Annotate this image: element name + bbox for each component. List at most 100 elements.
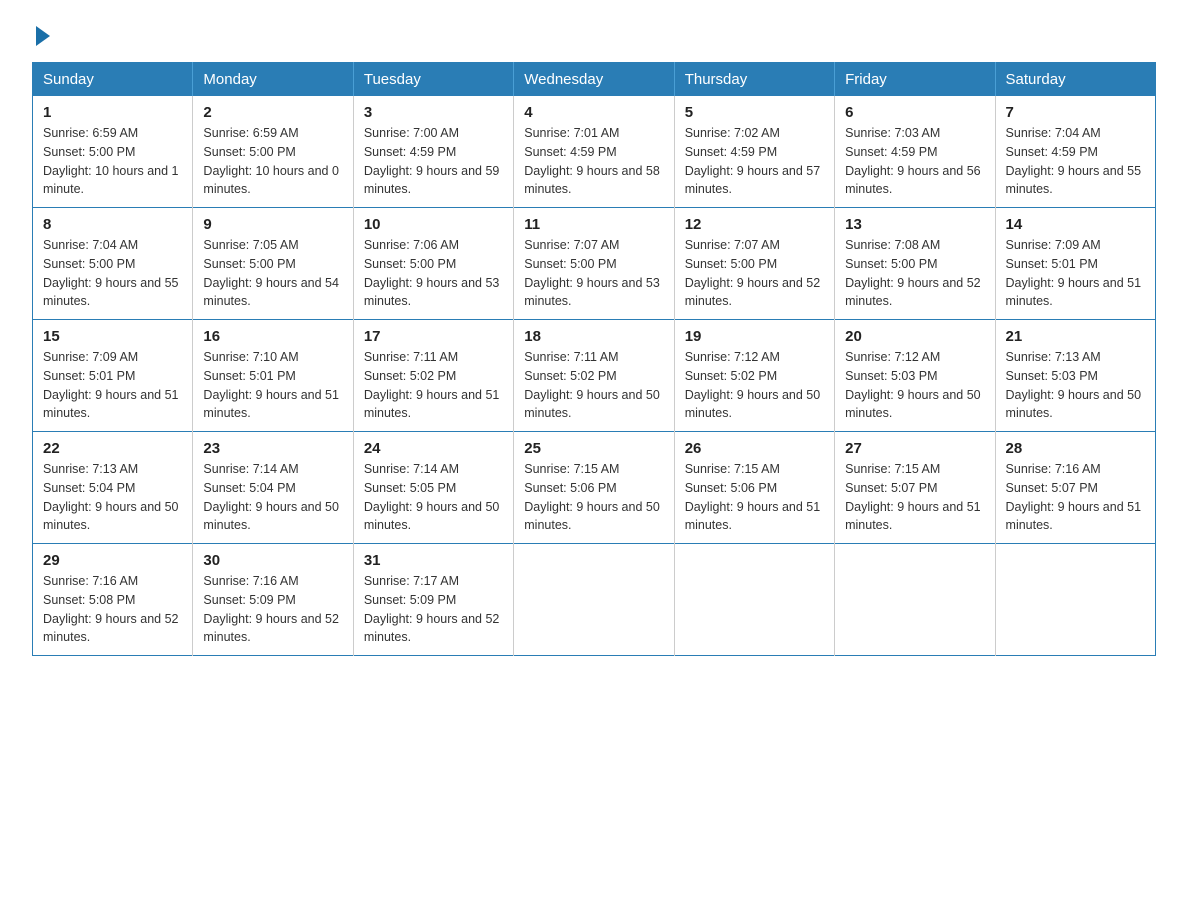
day-info: Sunrise: 7:12 AMSunset: 5:02 PMDaylight:…	[685, 350, 821, 420]
day-number: 1	[43, 104, 182, 121]
day-info: Sunrise: 7:07 AMSunset: 5:00 PMDaylight:…	[524, 238, 660, 308]
calendar-cell: 23 Sunrise: 7:14 AMSunset: 5:04 PMDaylig…	[193, 432, 353, 544]
weekday-header-wednesday: Wednesday	[514, 63, 674, 97]
calendar-cell: 27 Sunrise: 7:15 AMSunset: 5:07 PMDaylig…	[835, 432, 995, 544]
calendar-cell: 14 Sunrise: 7:09 AMSunset: 5:01 PMDaylig…	[995, 208, 1155, 320]
calendar-cell: 28 Sunrise: 7:16 AMSunset: 5:07 PMDaylig…	[995, 432, 1155, 544]
day-info: Sunrise: 7:12 AMSunset: 5:03 PMDaylight:…	[845, 350, 981, 420]
day-number: 7	[1006, 104, 1145, 121]
calendar-cell: 10 Sunrise: 7:06 AMSunset: 5:00 PMDaylig…	[353, 208, 513, 320]
day-number: 31	[364, 552, 503, 569]
calendar-week-4: 22 Sunrise: 7:13 AMSunset: 5:04 PMDaylig…	[33, 432, 1156, 544]
day-info: Sunrise: 7:03 AMSunset: 4:59 PMDaylight:…	[845, 126, 981, 196]
day-number: 24	[364, 440, 503, 457]
day-number: 25	[524, 440, 663, 457]
calendar-cell: 20 Sunrise: 7:12 AMSunset: 5:03 PMDaylig…	[835, 320, 995, 432]
day-info: Sunrise: 7:16 AMSunset: 5:08 PMDaylight:…	[43, 574, 179, 644]
day-number: 16	[203, 328, 342, 345]
day-number: 11	[524, 216, 663, 233]
day-number: 22	[43, 440, 182, 457]
calendar-table: SundayMondayTuesdayWednesdayThursdayFrid…	[32, 62, 1156, 656]
calendar-cell: 21 Sunrise: 7:13 AMSunset: 5:03 PMDaylig…	[995, 320, 1155, 432]
day-number: 28	[1006, 440, 1145, 457]
day-info: Sunrise: 7:04 AMSunset: 5:00 PMDaylight:…	[43, 238, 179, 308]
day-number: 14	[1006, 216, 1145, 233]
calendar-body: 1 Sunrise: 6:59 AMSunset: 5:00 PMDayligh…	[33, 96, 1156, 656]
day-info: Sunrise: 6:59 AMSunset: 5:00 PMDaylight:…	[43, 126, 179, 196]
day-number: 2	[203, 104, 342, 121]
calendar-week-3: 15 Sunrise: 7:09 AMSunset: 5:01 PMDaylig…	[33, 320, 1156, 432]
calendar-cell: 12 Sunrise: 7:07 AMSunset: 5:00 PMDaylig…	[674, 208, 834, 320]
calendar-cell: 3 Sunrise: 7:00 AMSunset: 4:59 PMDayligh…	[353, 96, 513, 208]
day-info: Sunrise: 7:16 AMSunset: 5:09 PMDaylight:…	[203, 574, 339, 644]
calendar-cell: 11 Sunrise: 7:07 AMSunset: 5:00 PMDaylig…	[514, 208, 674, 320]
day-info: Sunrise: 7:10 AMSunset: 5:01 PMDaylight:…	[203, 350, 339, 420]
weekday-header-sunday: Sunday	[33, 63, 193, 97]
calendar-cell: 24 Sunrise: 7:14 AMSunset: 5:05 PMDaylig…	[353, 432, 513, 544]
day-number: 15	[43, 328, 182, 345]
day-info: Sunrise: 7:00 AMSunset: 4:59 PMDaylight:…	[364, 126, 500, 196]
day-info: Sunrise: 7:15 AMSunset: 5:06 PMDaylight:…	[524, 462, 660, 532]
calendar-cell	[674, 544, 834, 656]
day-number: 12	[685, 216, 824, 233]
day-number: 13	[845, 216, 984, 233]
day-number: 23	[203, 440, 342, 457]
calendar-cell: 25 Sunrise: 7:15 AMSunset: 5:06 PMDaylig…	[514, 432, 674, 544]
calendar-cell: 5 Sunrise: 7:02 AMSunset: 4:59 PMDayligh…	[674, 96, 834, 208]
day-number: 18	[524, 328, 663, 345]
weekday-header-tuesday: Tuesday	[353, 63, 513, 97]
day-info: Sunrise: 7:08 AMSunset: 5:00 PMDaylight:…	[845, 238, 981, 308]
calendar-cell: 29 Sunrise: 7:16 AMSunset: 5:08 PMDaylig…	[33, 544, 193, 656]
day-number: 30	[203, 552, 342, 569]
day-info: Sunrise: 7:11 AMSunset: 5:02 PMDaylight:…	[524, 350, 660, 420]
calendar-cell: 9 Sunrise: 7:05 AMSunset: 5:00 PMDayligh…	[193, 208, 353, 320]
day-info: Sunrise: 7:14 AMSunset: 5:04 PMDaylight:…	[203, 462, 339, 532]
day-info: Sunrise: 6:59 AMSunset: 5:00 PMDaylight:…	[203, 126, 339, 196]
day-number: 20	[845, 328, 984, 345]
calendar-cell: 22 Sunrise: 7:13 AMSunset: 5:04 PMDaylig…	[33, 432, 193, 544]
day-info: Sunrise: 7:14 AMSunset: 5:05 PMDaylight:…	[364, 462, 500, 532]
calendar-cell	[835, 544, 995, 656]
day-number: 4	[524, 104, 663, 121]
calendar-cell: 30 Sunrise: 7:16 AMSunset: 5:09 PMDaylig…	[193, 544, 353, 656]
day-info: Sunrise: 7:09 AMSunset: 5:01 PMDaylight:…	[1006, 238, 1142, 308]
day-info: Sunrise: 7:05 AMSunset: 5:00 PMDaylight:…	[203, 238, 339, 308]
day-info: Sunrise: 7:07 AMSunset: 5:00 PMDaylight:…	[685, 238, 821, 308]
calendar-week-2: 8 Sunrise: 7:04 AMSunset: 5:00 PMDayligh…	[33, 208, 1156, 320]
calendar-cell: 31 Sunrise: 7:17 AMSunset: 5:09 PMDaylig…	[353, 544, 513, 656]
day-number: 8	[43, 216, 182, 233]
day-info: Sunrise: 7:15 AMSunset: 5:07 PMDaylight:…	[845, 462, 981, 532]
day-number: 27	[845, 440, 984, 457]
day-number: 9	[203, 216, 342, 233]
day-number: 26	[685, 440, 824, 457]
calendar-cell: 18 Sunrise: 7:11 AMSunset: 5:02 PMDaylig…	[514, 320, 674, 432]
calendar-week-1: 1 Sunrise: 6:59 AMSunset: 5:00 PMDayligh…	[33, 96, 1156, 208]
day-number: 21	[1006, 328, 1145, 345]
weekday-header-row: SundayMondayTuesdayWednesdayThursdayFrid…	[33, 63, 1156, 97]
day-info: Sunrise: 7:11 AMSunset: 5:02 PMDaylight:…	[364, 350, 500, 420]
weekday-header-thursday: Thursday	[674, 63, 834, 97]
weekday-header-saturday: Saturday	[995, 63, 1155, 97]
day-number: 19	[685, 328, 824, 345]
calendar-header: SundayMondayTuesdayWednesdayThursdayFrid…	[33, 63, 1156, 97]
day-number: 10	[364, 216, 503, 233]
calendar-cell: 17 Sunrise: 7:11 AMSunset: 5:02 PMDaylig…	[353, 320, 513, 432]
day-info: Sunrise: 7:04 AMSunset: 4:59 PMDaylight:…	[1006, 126, 1142, 196]
day-number: 5	[685, 104, 824, 121]
day-info: Sunrise: 7:09 AMSunset: 5:01 PMDaylight:…	[43, 350, 179, 420]
calendar-cell: 1 Sunrise: 6:59 AMSunset: 5:00 PMDayligh…	[33, 96, 193, 208]
logo-arrow-icon	[36, 26, 50, 46]
weekday-header-friday: Friday	[835, 63, 995, 97]
day-info: Sunrise: 7:13 AMSunset: 5:04 PMDaylight:…	[43, 462, 179, 532]
calendar-cell: 13 Sunrise: 7:08 AMSunset: 5:00 PMDaylig…	[835, 208, 995, 320]
day-info: Sunrise: 7:16 AMSunset: 5:07 PMDaylight:…	[1006, 462, 1142, 532]
day-info: Sunrise: 7:01 AMSunset: 4:59 PMDaylight:…	[524, 126, 660, 196]
day-number: 3	[364, 104, 503, 121]
calendar-cell: 15 Sunrise: 7:09 AMSunset: 5:01 PMDaylig…	[33, 320, 193, 432]
calendar-cell: 19 Sunrise: 7:12 AMSunset: 5:02 PMDaylig…	[674, 320, 834, 432]
day-number: 17	[364, 328, 503, 345]
day-info: Sunrise: 7:15 AMSunset: 5:06 PMDaylight:…	[685, 462, 821, 532]
calendar-cell: 7 Sunrise: 7:04 AMSunset: 4:59 PMDayligh…	[995, 96, 1155, 208]
day-info: Sunrise: 7:17 AMSunset: 5:09 PMDaylight:…	[364, 574, 500, 644]
calendar-cell	[995, 544, 1155, 656]
